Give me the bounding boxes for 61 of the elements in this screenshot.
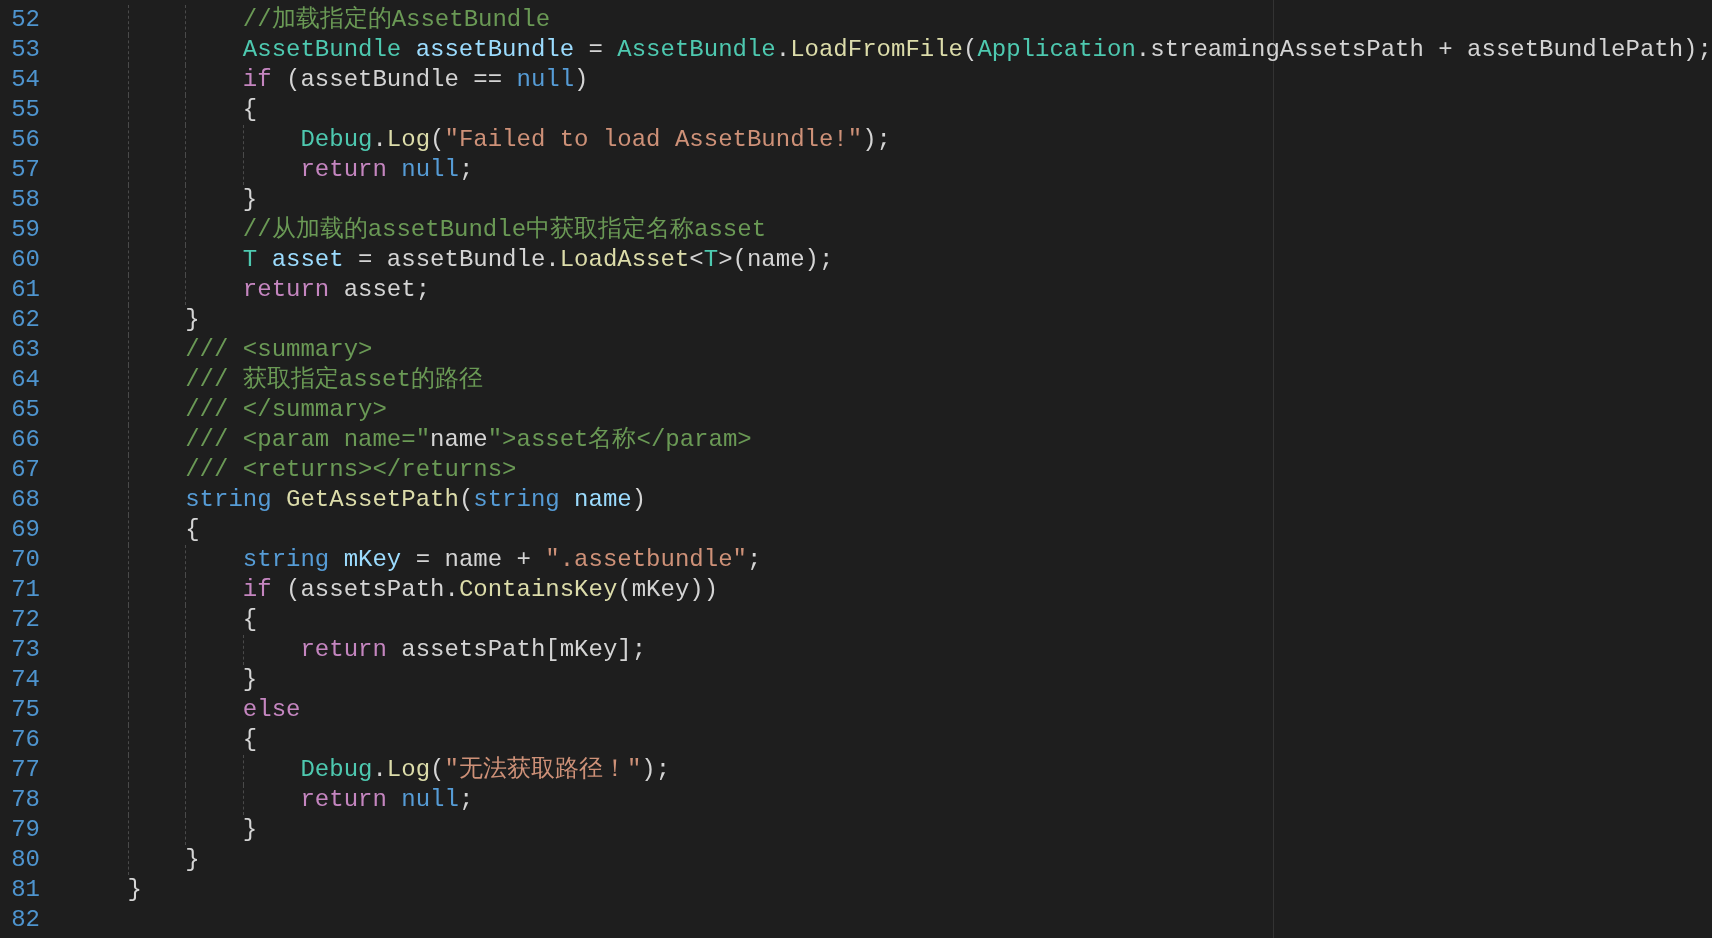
line-number: 53 [10, 35, 40, 65]
code-line: } [126, 875, 142, 905]
line-number: 67 [10, 455, 40, 485]
line-number: 81 [10, 875, 40, 905]
line-number: 56 [10, 125, 40, 155]
line-number: 62 [10, 305, 40, 335]
code-line: } [70, 185, 258, 215]
code-line: } [70, 845, 200, 875]
code-line: AssetBundle assetBundle = AssetBundle.LoadFromFile(Application.streamingAssetsPath + assetBundlePath); [70, 35, 1712, 65]
code-line: T asset = assetBundle.LoadAsset<T>(name); [70, 245, 834, 275]
code-line: return assetsPath[mKey]; [70, 635, 647, 665]
code-line: { [70, 515, 200, 545]
line-number: 65 [10, 395, 40, 425]
line-number: 59 [10, 215, 40, 245]
code-line: Debug.Log("Failed to load AssetBundle!"); [70, 125, 891, 155]
code-line: { [70, 605, 258, 635]
code-line: /// <returns></returns> [70, 455, 517, 485]
line-number: 72 [10, 605, 40, 635]
code-line: return null; [70, 785, 474, 815]
code-line: { [70, 95, 258, 125]
line-number: 82 [10, 905, 40, 935]
line-number: 79 [10, 815, 40, 845]
line-number: 55 [10, 95, 40, 125]
code-line: } [70, 305, 200, 335]
line-number: 71 [10, 575, 40, 605]
code-line: } [70, 665, 258, 695]
line-number: 74 [10, 665, 40, 695]
line-number: 77 [10, 755, 40, 785]
line-number: 63 [10, 335, 40, 365]
line-number: 78 [10, 785, 40, 815]
line-number: 80 [10, 845, 40, 875]
line-number: 54 [10, 65, 40, 95]
line-number: 64 [10, 365, 40, 395]
code-line: if (assetsPath.ContainsKey(mKey)) [70, 575, 719, 605]
line-number: 70 [10, 545, 40, 575]
code-line: string GetAssetPath(string name) [70, 485, 647, 515]
line-number: 52 [10, 5, 40, 35]
code-line: /// </summary> [70, 395, 387, 425]
code-line: if (assetBundle == null) [70, 65, 589, 95]
line-number: 75 [10, 695, 40, 725]
code-line: return asset; [70, 275, 431, 305]
code-line: return null; [70, 155, 474, 185]
line-number: 76 [10, 725, 40, 755]
line-number: 69 [10, 515, 40, 545]
code-line: /// <summary> [70, 335, 373, 365]
line-number: 66 [10, 425, 40, 455]
code-line: else [70, 695, 301, 725]
line-number: 58 [10, 185, 40, 215]
code-line: //从加载的assetBundle中获取指定名称asset [70, 215, 767, 245]
code-line: string mKey = name + ".assetbundle"; [70, 545, 762, 575]
line-number: 60 [10, 245, 40, 275]
line-number: 68 [10, 485, 40, 515]
code-line: { [70, 725, 258, 755]
code-line: Debug.Log("无法获取路径！"); [70, 755, 671, 785]
code-line: /// <param name="name">asset名称</param> [70, 425, 752, 455]
line-number: 61 [10, 275, 40, 305]
code-line: } [70, 815, 258, 845]
line-number: 57 [10, 155, 40, 185]
code-line: /// 获取指定asset的路径 [70, 365, 483, 395]
code-line: //加载指定的AssetBundle [70, 5, 551, 35]
line-number: 73 [10, 635, 40, 665]
